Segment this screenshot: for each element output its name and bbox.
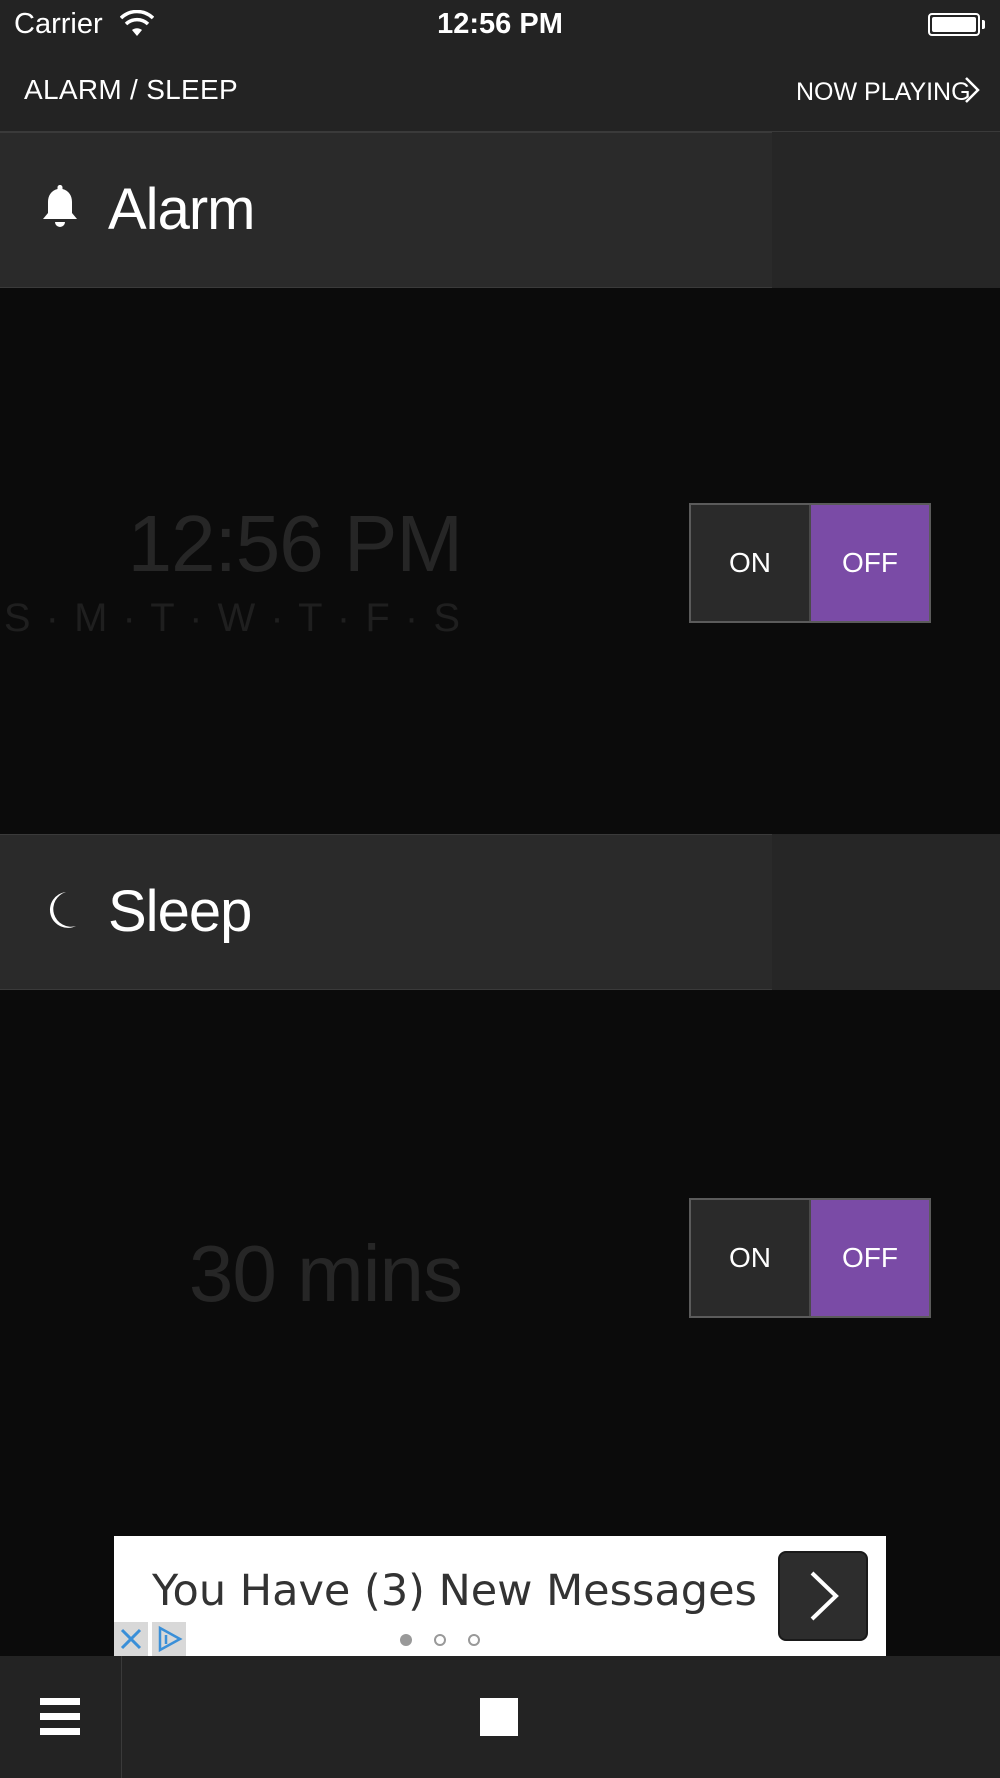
sleep-on-button[interactable]: ON: [691, 1200, 811, 1316]
chevron-right-icon: [810, 1571, 839, 1621]
sleep-title: Sleep: [108, 879, 252, 944]
alarm-time[interactable]: 12:56 PM: [0, 498, 463, 590]
adchoices-icon[interactable]: [152, 1622, 186, 1656]
page-dot: [400, 1634, 412, 1646]
ad-page-indicator: [400, 1634, 480, 1646]
ad-arrow-button[interactable]: [778, 1551, 868, 1641]
now-playing-button[interactable]: NOW PLAYING: [796, 78, 971, 107]
sleep-duration[interactable]: 30 mins: [0, 1228, 463, 1320]
bell-icon: [43, 185, 77, 227]
status-time: 12:56 PM: [437, 8, 563, 40]
page-dot: [468, 1634, 480, 1646]
alarm-toggle[interactable]: ON OFF: [689, 503, 931, 623]
close-icon[interactable]: [114, 1622, 148, 1656]
alarm-off-button[interactable]: OFF: [811, 505, 929, 621]
sleep-section-header[interactable]: Sleep: [0, 834, 1000, 990]
header-side-panel: [772, 132, 1000, 288]
alarm-on-button[interactable]: ON: [691, 505, 811, 621]
menu-icon[interactable]: [40, 1698, 80, 1736]
page-title: ALARM / SLEEP: [24, 74, 238, 105]
ad-text[interactable]: You Have (3) New Messages: [152, 1566, 757, 1616]
battery-icon: [928, 13, 980, 36]
header-side-panel: [772, 834, 1000, 990]
stop-icon[interactable]: [480, 1698, 518, 1736]
page-dot: [434, 1634, 446, 1646]
alarm-title: Alarm: [108, 177, 255, 242]
battery-tip: [982, 20, 985, 29]
sleep-off-button[interactable]: OFF: [811, 1200, 929, 1316]
toolbar-divider: [121, 1656, 122, 1778]
alarm-days[interactable]: S · M · T · W · T · F · S: [0, 596, 462, 641]
moon-icon: [49, 892, 76, 928]
sleep-toggle[interactable]: ON OFF: [689, 1198, 931, 1318]
chevron-right-icon[interactable]: [962, 76, 982, 104]
alarm-section-header[interactable]: Alarm: [0, 132, 1000, 288]
